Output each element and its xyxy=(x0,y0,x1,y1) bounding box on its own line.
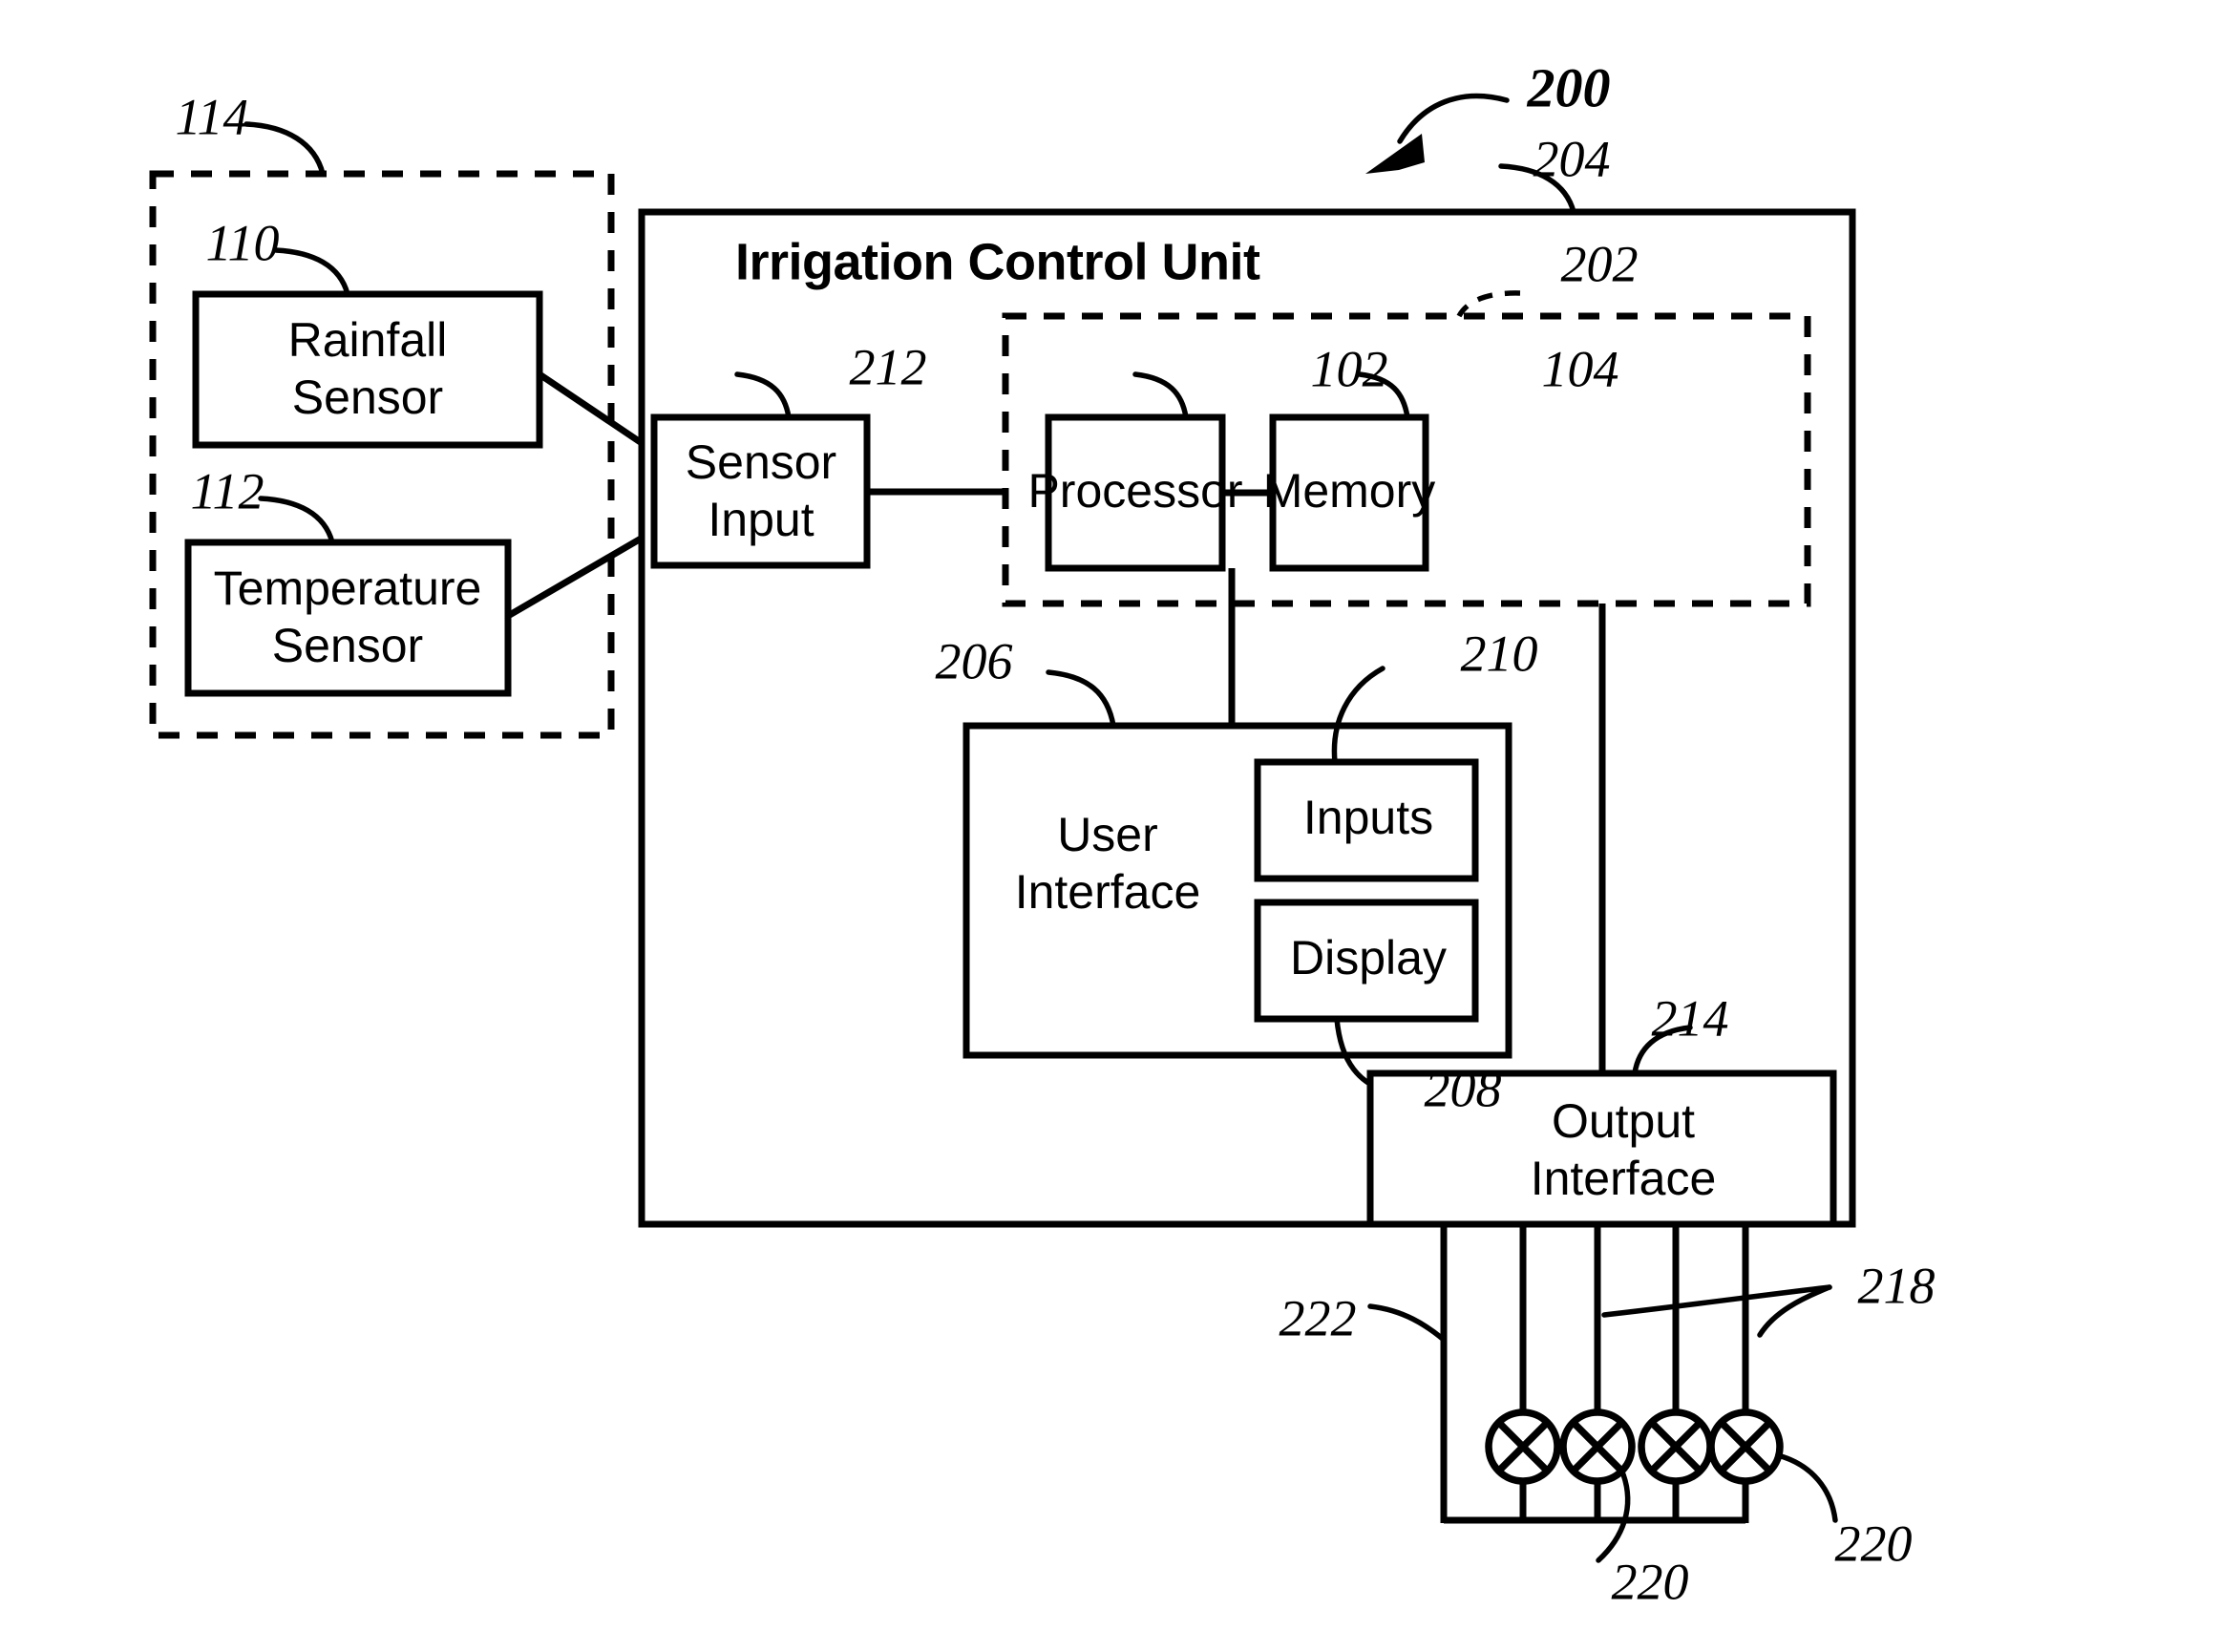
sensor-input-label-line2: Input xyxy=(708,493,814,546)
valve-symbol-icon xyxy=(1638,1408,1714,1485)
temperature-sensor-label-line1: Temperature xyxy=(214,561,482,615)
ref-num-110: 110 xyxy=(206,214,280,271)
ref-num-202: 202 xyxy=(1561,235,1639,292)
memory-label: Memory xyxy=(1263,464,1436,518)
ref-num-204: 204 xyxy=(1534,130,1611,187)
ref-222-leader-line xyxy=(1367,1303,1447,1343)
user-interface-label-line1: User xyxy=(1057,808,1158,861)
valve-symbol-icon xyxy=(1485,1408,1561,1485)
ref-num-112: 112 xyxy=(191,462,264,519)
ref-num-210: 210 xyxy=(1461,625,1538,682)
ref-num-200: 200 xyxy=(1527,56,1611,118)
ref-112-leader-line xyxy=(258,496,335,545)
figure-callout-arrow-icon xyxy=(1397,93,1510,144)
ref-num-214: 214 xyxy=(1652,989,1729,1047)
ref-num-102: 102 xyxy=(1311,340,1388,397)
ref-num-218: 218 xyxy=(1858,1257,1935,1314)
sensor-input-label-line1: Sensor xyxy=(686,435,836,489)
ref-220-leader-line-right xyxy=(1775,1452,1838,1523)
valve-symbol-icon xyxy=(1559,1408,1636,1485)
rainfall-sensor-wire xyxy=(538,371,649,450)
rainfall-sensor-label-line2: Sensor xyxy=(292,371,443,424)
block-diagram-canvas: Irrigation Control Unit Rainfall Sensor … xyxy=(149,56,1935,1610)
ref-num-212: 212 xyxy=(850,338,927,395)
user-interface-label-line2: Interface xyxy=(1015,865,1201,919)
inputs-label: Inputs xyxy=(1303,791,1433,844)
figure-callout-arrowhead-icon xyxy=(1365,134,1425,174)
ref-num-220-right: 220 xyxy=(1835,1514,1913,1572)
ref-110-leader-line xyxy=(273,247,350,297)
ref-114-leader-line xyxy=(243,121,326,177)
temperature-sensor-wire xyxy=(506,531,649,620)
valve-symbol-icon xyxy=(1707,1408,1784,1485)
ref-num-104: 104 xyxy=(1542,340,1619,397)
processor-label: Processor xyxy=(1027,464,1242,518)
ref-num-222: 222 xyxy=(1280,1289,1357,1346)
irrigation-control-unit-title: Irrigation Control Unit xyxy=(735,233,1260,290)
output-interface-label-line2: Interface xyxy=(1531,1152,1717,1205)
display-label: Display xyxy=(1290,931,1447,985)
ref-num-220-lower: 220 xyxy=(1612,1553,1689,1610)
ref-num-206: 206 xyxy=(936,632,1013,689)
rainfall-sensor-label-line1: Rainfall xyxy=(288,313,448,367)
temperature-sensor-label-line2: Sensor xyxy=(272,619,423,672)
output-interface-label-line1: Output xyxy=(1552,1094,1695,1148)
ref-num-208: 208 xyxy=(1425,1060,1502,1117)
ref-num-114: 114 xyxy=(176,88,249,145)
patent-figure: Irrigation Control Unit Rainfall Sensor … xyxy=(0,0,2221,1652)
